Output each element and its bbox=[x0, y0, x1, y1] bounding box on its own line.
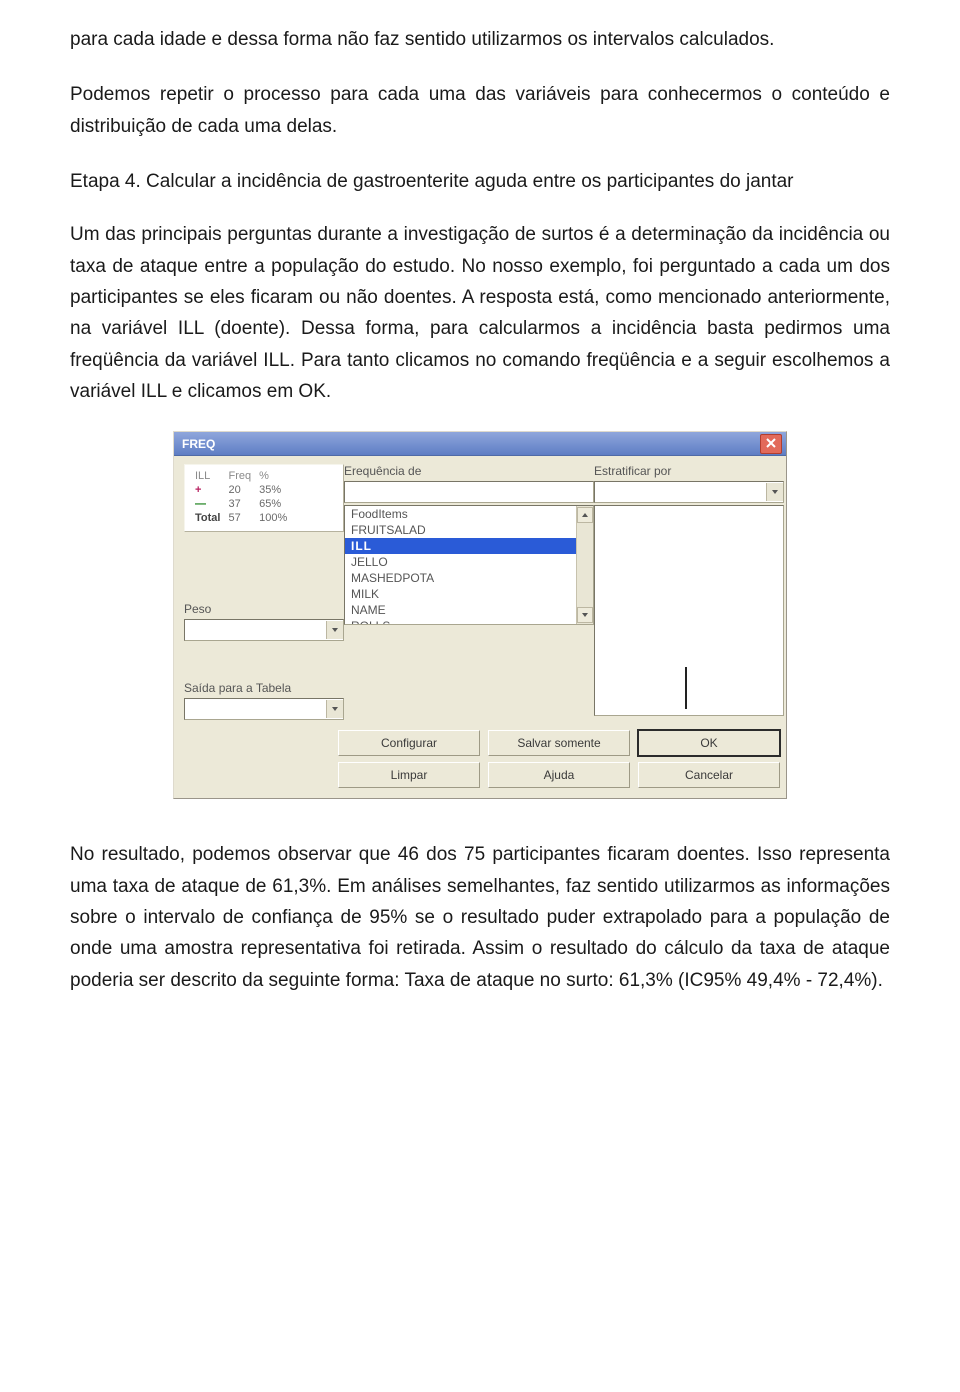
peso-combo[interactable] bbox=[184, 619, 344, 641]
estratificar-label: Estratificar por bbox=[594, 464, 784, 478]
table-row: Total 57 100% bbox=[191, 511, 291, 525]
saida-combo[interactable] bbox=[184, 698, 344, 720]
step-heading: Etapa 4. Calcular a incidência de gastro… bbox=[70, 166, 890, 197]
list-item[interactable]: ROLLS bbox=[345, 618, 593, 625]
close-button[interactable] bbox=[760, 434, 782, 454]
paragraph-4: No resultado, podemos observar que 46 do… bbox=[70, 839, 890, 996]
annotation-arrow-icon bbox=[685, 667, 687, 709]
variable-listbox[interactable]: FoodItems FRUITSALAD ILL JELLO MASHEDPOT… bbox=[344, 505, 594, 625]
configurar-button[interactable]: Configurar bbox=[338, 730, 480, 756]
cancelar-button[interactable]: Cancelar bbox=[638, 762, 780, 788]
frequencia-input[interactable] bbox=[344, 481, 594, 503]
list-item[interactable]: NAME bbox=[345, 602, 593, 618]
frequencia-label: Erequência de bbox=[344, 464, 594, 478]
saida-label: Saída para a Tabela bbox=[184, 681, 344, 695]
table-row: + 20 35% bbox=[191, 483, 291, 497]
dialog-titlebar: FREQ bbox=[174, 432, 786, 456]
table-row: — 37 65% bbox=[191, 497, 291, 511]
salvar-button[interactable]: Salvar somente bbox=[488, 730, 630, 756]
peso-label: Peso bbox=[184, 602, 344, 616]
estratificar-combo[interactable] bbox=[594, 481, 784, 503]
col-header-freq: Freq bbox=[224, 469, 255, 483]
ajuda-button[interactable]: Ajuda bbox=[488, 762, 630, 788]
list-item[interactable]: MASHEDPOTA bbox=[345, 570, 593, 586]
ok-button[interactable]: OK bbox=[638, 730, 780, 756]
chevron-down-icon bbox=[766, 483, 783, 501]
paragraph-2: Podemos repetir o processo para cada uma… bbox=[70, 79, 890, 142]
freq-dialog: FREQ ILL Freq % + bbox=[173, 431, 787, 799]
col-header-pct: % bbox=[255, 469, 291, 483]
close-icon bbox=[766, 437, 776, 451]
dialog-title: FREQ bbox=[182, 437, 215, 451]
estratificar-selection-box[interactable] bbox=[594, 505, 784, 716]
list-item[interactable]: MILK bbox=[345, 586, 593, 602]
paragraph-1: para cada idade e dessa forma não faz se… bbox=[70, 24, 890, 55]
scroll-down-icon[interactable] bbox=[577, 607, 593, 623]
list-item-selected[interactable]: ILL bbox=[345, 538, 593, 554]
paragraph-3: Um das principais perguntas durante a in… bbox=[70, 219, 890, 407]
list-item[interactable]: FRUITSALAD bbox=[345, 522, 593, 538]
col-header-ill: ILL bbox=[191, 469, 224, 483]
scroll-up-icon[interactable] bbox=[577, 507, 593, 523]
stats-table: ILL Freq % + 20 35% — 37 65% bbox=[191, 469, 291, 525]
list-item[interactable]: JELLO bbox=[345, 554, 593, 570]
chevron-down-icon bbox=[326, 621, 343, 639]
limpar-button[interactable]: Limpar bbox=[338, 762, 480, 788]
listbox-scrollbar[interactable] bbox=[576, 506, 593, 624]
chevron-down-icon bbox=[326, 700, 343, 718]
list-item[interactable]: FoodItems bbox=[345, 506, 593, 522]
stats-panel: ILL Freq % + 20 35% — 37 65% bbox=[184, 464, 344, 532]
